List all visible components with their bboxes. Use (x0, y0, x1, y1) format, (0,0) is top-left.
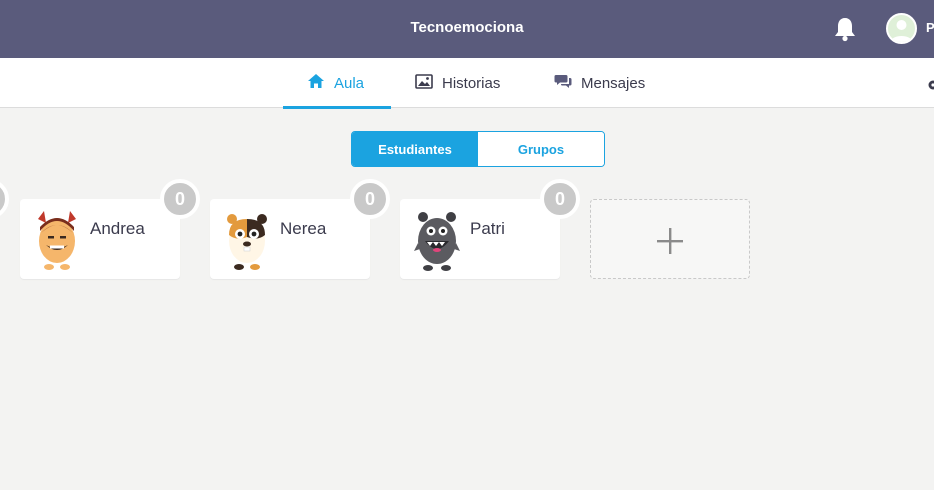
tab-aula[interactable]: Aula (283, 58, 391, 109)
tab-mensajes[interactable]: Mensajes (554, 58, 645, 108)
top-bar: Tecnoemociona P (0, 0, 934, 58)
notification-bell-icon[interactable] (833, 16, 857, 42)
plus-icon (657, 228, 683, 254)
points-badge: 0 (160, 179, 200, 219)
settings-gear-icon[interactable] (926, 78, 934, 92)
students-toggle-button[interactable]: Estudiantes (352, 132, 478, 166)
student-card-nerea[interactable]: Nerea 0 (210, 179, 390, 279)
partial-points-badge (0, 179, 9, 219)
points-badge: 0 (350, 179, 390, 219)
nav-bar: Aula Historias Mensajes (0, 58, 934, 109)
student-card-andrea[interactable]: Andrea 0 (20, 179, 200, 279)
view-toggle: Estudiantes Grupos (351, 131, 605, 167)
add-student-button[interactable] (590, 199, 750, 279)
tab-historias[interactable]: Historias (415, 58, 500, 108)
user-avatar[interactable] (886, 13, 917, 44)
app-title: Tecnoemociona (410, 19, 524, 36)
home-icon (307, 73, 325, 93)
student-name: Patri (470, 219, 505, 238)
points-badge: 0 (540, 179, 580, 219)
hamster-monster-avatar-icon (224, 207, 270, 271)
student-name: Andrea (90, 219, 145, 238)
tab-aula-label: Aula (334, 74, 365, 92)
user-name[interactable]: P (926, 20, 934, 35)
chat-icon (554, 73, 572, 93)
student-name: Nerea (280, 219, 327, 238)
picture-icon (415, 73, 433, 93)
student-card-patri[interactable]: Patri 0 (400, 179, 580, 279)
groups-toggle-button[interactable]: Grupos (478, 132, 604, 166)
tab-mensajes-label: Mensajes (581, 74, 646, 92)
gray-monster-avatar-icon (414, 207, 460, 271)
orange-monster-avatar-icon (34, 207, 80, 271)
tab-historias-label: Historias (442, 74, 501, 92)
